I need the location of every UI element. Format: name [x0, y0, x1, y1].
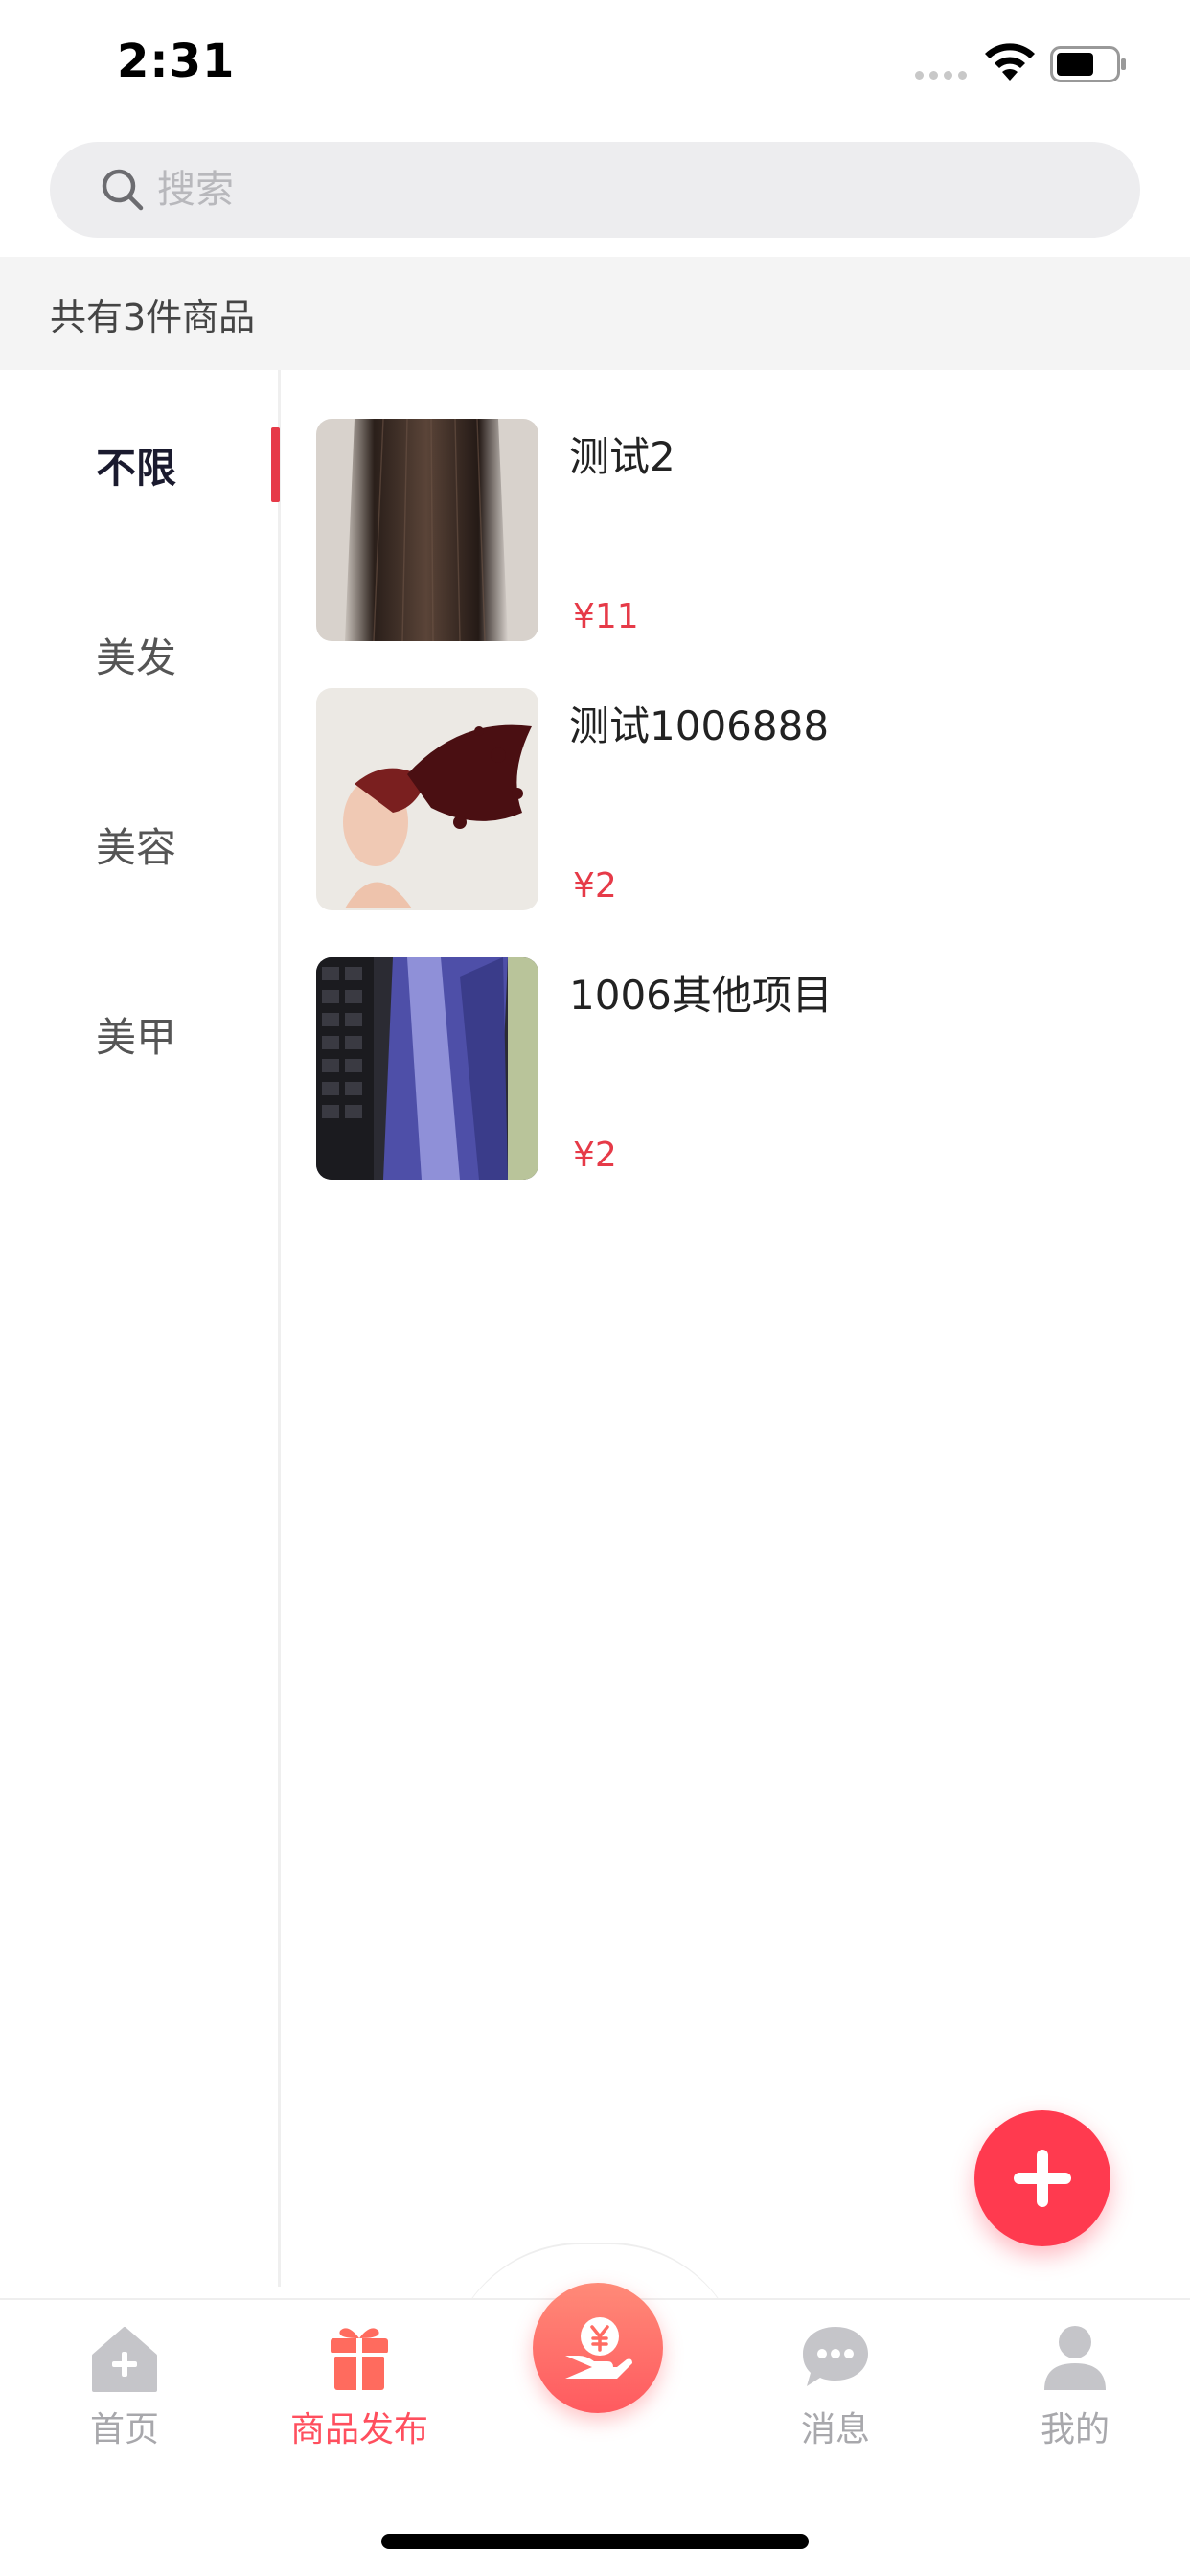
- battery-icon: [1050, 46, 1126, 82]
- tab-messages[interactable]: 消息: [740, 2319, 931, 2463]
- add-product-button[interactable]: [974, 2110, 1110, 2246]
- tab-label: 商品发布: [289, 2410, 428, 2450]
- wifi-icon: [985, 43, 1035, 80]
- tab-label: 我的: [1040, 2410, 1110, 2450]
- yuan-hand-icon: [565, 2317, 632, 2379]
- center-publish-button[interactable]: [533, 2283, 663, 2413]
- product-title: 测试1006888: [569, 702, 830, 749]
- product-thumbnail: [316, 688, 538, 910]
- plus-icon: [1014, 2150, 1071, 2207]
- category-item-nails[interactable]: 美甲: [0, 939, 280, 1129]
- active-category-indicator: [271, 427, 280, 502]
- category-item-hair[interactable]: 美发: [0, 560, 280, 749]
- chat-bubble-icon: [803, 2327, 868, 2386]
- tab-product-publish[interactable]: 商品发布: [263, 2319, 455, 2463]
- product-price: ¥2: [573, 1136, 617, 1175]
- product-thumbnail: [316, 957, 538, 1180]
- home-indicator: [381, 2534, 809, 2549]
- category-label: 美甲: [96, 1013, 177, 1061]
- product-title: 1006其他项目: [569, 972, 833, 1019]
- search-input[interactable]: [157, 142, 1096, 238]
- product-title: 测试2: [569, 433, 675, 480]
- cellular-signal-icon: [915, 71, 967, 80]
- gift-icon: [331, 2328, 388, 2390]
- tab-label: 消息: [800, 2410, 870, 2450]
- product-item[interactable]: 测试1006888 ¥2: [316, 688, 1159, 910]
- tab-label: 首页: [89, 2410, 159, 2450]
- product-count: 共有3件商品: [0, 257, 1190, 370]
- category-item-unlimited[interactable]: 不限: [0, 370, 280, 560]
- product-price: ¥2: [573, 866, 617, 906]
- category-label: 美容: [96, 823, 177, 871]
- status-bar: 2:31: [0, 0, 1190, 134]
- product-item[interactable]: 测试2 ¥11: [316, 419, 1159, 641]
- search-icon: [102, 169, 144, 211]
- product-price: ¥11: [573, 597, 639, 636]
- tab-home[interactable]: 首页: [29, 2319, 220, 2463]
- home-icon: [92, 2327, 157, 2392]
- category-label: 美发: [96, 633, 177, 681]
- product-item[interactable]: 1006其他项目 ¥2: [316, 957, 1159, 1180]
- user-icon: [1044, 2326, 1106, 2390]
- search-bar[interactable]: [50, 142, 1140, 238]
- category-label: 不限: [96, 444, 177, 492]
- tab-profile[interactable]: 我的: [979, 2319, 1171, 2463]
- product-thumbnail: [316, 419, 538, 641]
- category-item-beauty[interactable]: 美容: [0, 749, 280, 939]
- status-time: 2:31: [117, 34, 236, 88]
